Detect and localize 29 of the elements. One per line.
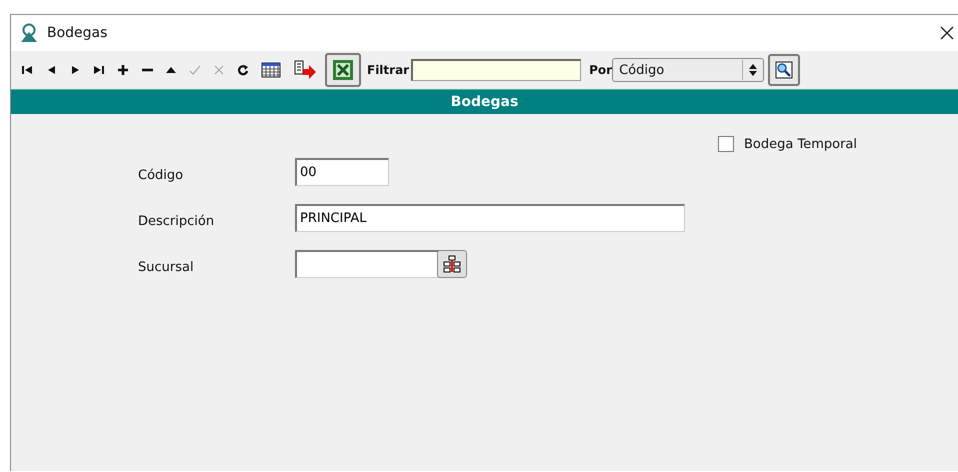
text-field[interactable] — [295, 250, 441, 278]
close-icon[interactable] — [940, 26, 954, 40]
text-field[interactable]: 00 — [295, 158, 389, 186]
up-down-arrows-icon — [748, 63, 758, 77]
spreadsheet-icon — [332, 59, 354, 81]
last-record-icon[interactable] — [93, 64, 105, 76]
plus-icon[interactable] — [117, 64, 129, 76]
table-icon[interactable] — [261, 62, 281, 78]
app-icon — [19, 23, 39, 43]
section-header: Bodegas — [11, 89, 958, 114]
filter-by-dropdown[interactable]: Código — [612, 58, 764, 82]
field-label: Descripción — [138, 212, 216, 228]
filter-label: Filtrar — [367, 63, 410, 77]
filter-by-label: Por — [589, 63, 612, 77]
field-label: Código — [138, 166, 184, 182]
field-label: Sucursal — [138, 258, 195, 274]
spreadsheet-button[interactable] — [325, 53, 361, 87]
checkbox[interactable] — [718, 136, 734, 152]
text-field[interactable]: PRINCIPAL — [295, 204, 685, 232]
window-title: Bodegas — [47, 25, 108, 41]
search-button[interactable] — [768, 54, 800, 86]
filter-field[interactable] — [411, 59, 582, 81]
next-icon[interactable] — [69, 64, 81, 76]
export-icon[interactable] — [293, 60, 317, 80]
first-record-icon[interactable] — [21, 64, 33, 76]
checkbox-label: Bodega Temporal — [744, 136, 857, 152]
search-icon — [774, 60, 794, 80]
hierarchy-icon — [443, 255, 461, 273]
refresh-icon[interactable] — [237, 64, 249, 76]
